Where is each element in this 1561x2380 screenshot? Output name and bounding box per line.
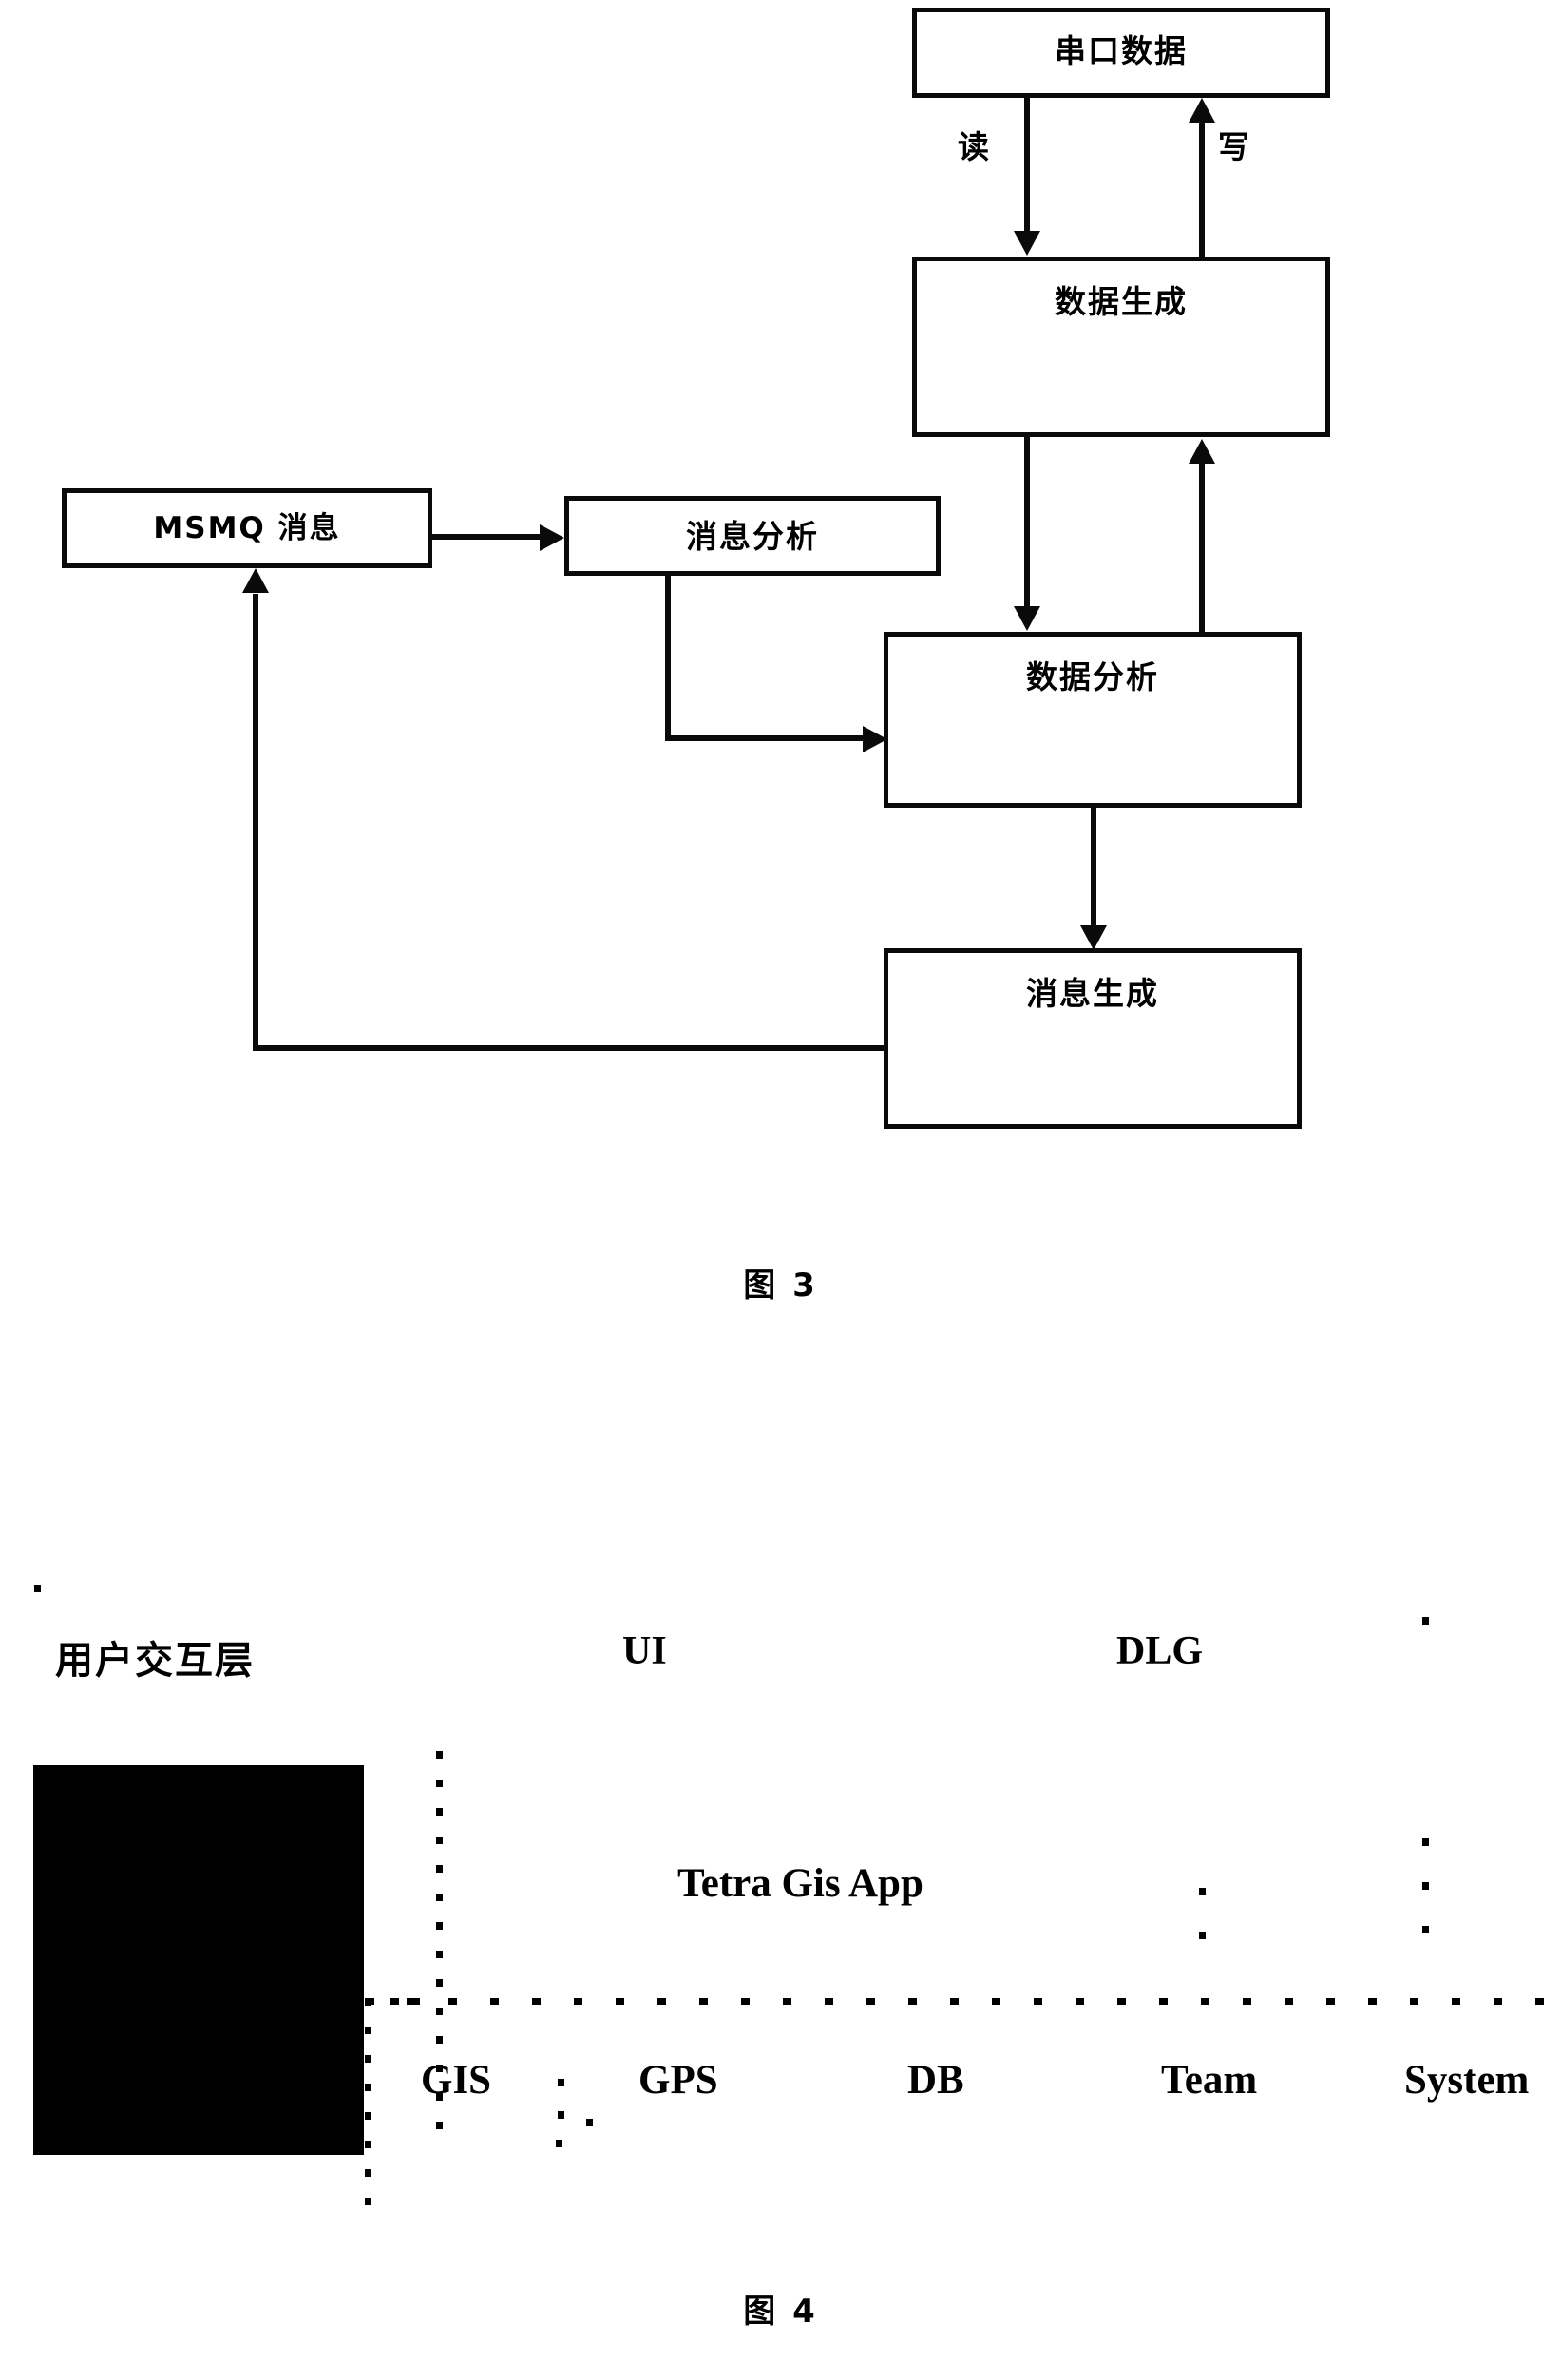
scan-speck: [1422, 1617, 1429, 1625]
dotted-divider-right: [1199, 1888, 1206, 1956]
edge-gen-to-analysis-line: [1024, 437, 1030, 608]
label-tetra-gis-app: Tetra Gis App: [677, 1861, 923, 1906]
edge-read-line: [1024, 98, 1030, 233]
edge-msmq-to-msganalysis-arrowhead: [540, 524, 564, 551]
label-dlg: DLG: [1116, 1629, 1204, 1673]
node-msmq-message: MSMQ 消息: [62, 488, 432, 568]
node-msmq-message-label: MSMQ 消息: [153, 511, 341, 545]
edge-dataanalysis-to-msggen-line: [1091, 808, 1096, 929]
figure-3-caption: 图 3: [743, 1266, 818, 1304]
node-serial-data: 串口数据: [912, 8, 1330, 98]
dotted-separator-row: [365, 1998, 1561, 2005]
label-team: Team: [1161, 2058, 1258, 2103]
figure-4-layer-title: 用户交互层: [55, 1639, 255, 1683]
node-serial-data-label: 串口数据: [1055, 32, 1188, 69]
edge-msmq-to-msganalysis-line: [432, 534, 544, 540]
edge-write-label: 写: [1218, 128, 1249, 165]
node-message-analysis: 消息分析: [564, 496, 941, 576]
scan-speck: [558, 2111, 564, 2119]
node-data-generation: 数据生成: [912, 257, 1330, 437]
edge-msggen-to-msmq-vline: [253, 594, 258, 1048]
edge-msggen-to-msmq-hline: [253, 1045, 887, 1051]
edge-write-line: [1199, 122, 1205, 259]
edge-read-arrowhead: [1014, 231, 1040, 256]
label-gps: GPS: [638, 2058, 718, 2103]
scan-speck: [586, 2119, 593, 2126]
node-data-generation-label: 数据生成: [1055, 283, 1188, 320]
dotted-bracket-side: [365, 1998, 371, 2209]
dotted-bracket-top: [365, 1998, 420, 2005]
node-message-analysis-label: 消息分析: [686, 518, 819, 555]
edge-analysis-to-gen-line: [1199, 463, 1205, 632]
edge-msganalysis-to-dataanalysis-vline: [665, 576, 671, 741]
node-data-analysis-label: 数据分析: [1026, 658, 1159, 695]
figure-sheet: 串口数据 读 写 数据生成 MSMQ 消息 消息分析 数据分析 消息生成 图 3…: [0, 0, 1561, 2380]
label-gis: GIS: [421, 2058, 492, 2103]
scan-speck: [556, 2140, 562, 2147]
figure-4-caption: 图 4: [743, 2293, 818, 2331]
edge-dataanalysis-to-msggen-arrowhead: [1080, 925, 1107, 950]
dotted-divider-far-right: [1422, 1838, 1429, 1952]
edge-msggen-to-msmq-arrowhead: [242, 568, 269, 593]
edge-analysis-to-gen-arrowhead: [1189, 439, 1215, 464]
node-data-analysis: 数据分析: [884, 632, 1302, 808]
edge-gen-to-analysis-arrowhead: [1014, 606, 1040, 631]
scan-speck: [558, 2079, 564, 2086]
label-db: DB: [907, 2058, 964, 2103]
label-system: System: [1404, 2058, 1530, 2103]
user-interaction-layer-block: [33, 1765, 364, 2155]
edge-msganalysis-to-dataanalysis-hline: [665, 735, 869, 741]
scan-speck: [34, 1585, 41, 1592]
edge-write-arrowhead: [1189, 98, 1215, 123]
label-ui: UI: [622, 1629, 667, 1673]
node-message-generation: 消息生成: [884, 948, 1302, 1129]
node-message-generation-label: 消息生成: [1026, 975, 1159, 1012]
edge-read-label: 读: [958, 128, 989, 165]
